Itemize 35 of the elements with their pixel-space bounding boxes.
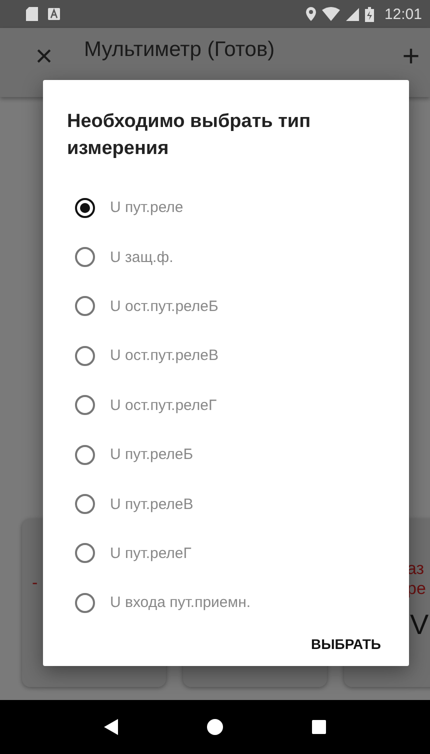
radio-button[interactable] <box>75 247 95 268</box>
sd-card-icon <box>26 7 38 21</box>
option-label[interactable]: U пут.релеГ <box>110 544 192 562</box>
app-title: Мультиметр (Готов) <box>84 38 275 62</box>
radio-button[interactable] <box>75 395 95 416</box>
choose-button[interactable]: ВЫБРАТЬ <box>304 628 387 660</box>
close-button[interactable]: × <box>24 42 64 72</box>
radio-button[interactable] <box>75 543 95 564</box>
radio-button[interactable] <box>75 296 95 316</box>
keyboard-icon <box>48 8 60 20</box>
option-label[interactable]: U пут.релеБ <box>110 446 194 464</box>
location-icon <box>306 7 316 21</box>
card-text: - <box>32 573 39 593</box>
radio-button[interactable] <box>75 198 95 218</box>
battery-icon <box>365 6 374 22</box>
card-text: V <box>410 609 430 641</box>
status-time: 12:01 <box>384 6 422 22</box>
radio-button[interactable] <box>75 494 95 514</box>
radio-button[interactable] <box>75 592 95 613</box>
option-label[interactable]: U входа пут.приемн. <box>110 594 251 612</box>
wifi-icon <box>322 7 340 21</box>
radio-button[interactable] <box>75 346 95 366</box>
option-label[interactable]: U пут.релеВ <box>110 496 194 513</box>
option-label[interactable]: U ост.пут.релеВ <box>110 347 219 364</box>
option-label[interactable]: U ост.пут.релеГ <box>110 396 217 414</box>
recents-icon[interactable] <box>312 720 326 734</box>
option-label[interactable]: U пут.реле <box>110 199 184 216</box>
dialog-title: Необходимо выбрать тип измерения <box>67 110 312 161</box>
add-button[interactable]: + <box>396 42 426 72</box>
signal-icon <box>346 8 360 20</box>
home-icon[interactable] <box>206 719 223 735</box>
back-icon[interactable] <box>104 719 118 735</box>
radio-button[interactable] <box>75 444 95 465</box>
option-label[interactable]: U защ.ф. <box>110 248 174 266</box>
option-label[interactable]: U ост.пут.релеБ <box>110 298 218 315</box>
